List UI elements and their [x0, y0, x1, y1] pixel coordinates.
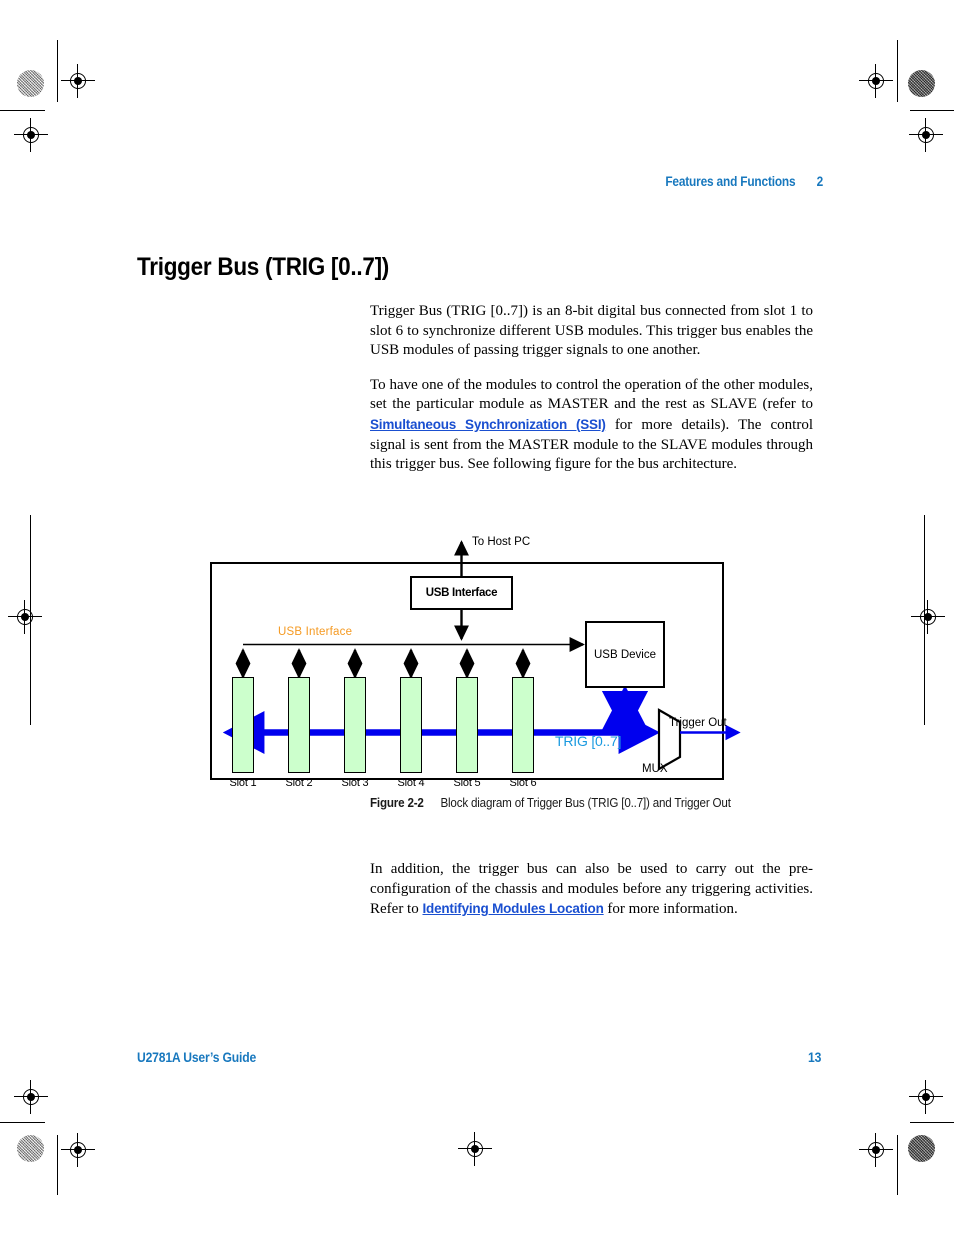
figure-slot-label-6: Slot 6 — [509, 777, 537, 789]
registration-target-bottom-right-inner — [859, 1133, 893, 1167]
figure-slot-bar-3 — [344, 677, 366, 773]
figure-block-diagram: To Host PC USB Interface USB Device USB … — [210, 536, 741, 789]
registration-target-bottom-center — [458, 1132, 492, 1166]
registration-target-bottom-left-inner — [61, 1133, 95, 1167]
figure-slot-bar-4 — [400, 677, 422, 773]
paragraph-3-text-tail: for more information. — [603, 901, 738, 918]
figure-label-trigger-out: Trigger Out — [669, 717, 727, 729]
running-footer-guide-title: U2781A User’s Guide — [137, 1050, 257, 1065]
crop-line-bottom-left-horizontal — [0, 1122, 45, 1123]
page-title: Trigger Bus (TRIG [0..7]) — [137, 252, 390, 281]
halftone-density-circle-top-left — [17, 70, 44, 97]
crop-line-left-middle — [30, 515, 31, 725]
running-header-chapter-number: 2 — [816, 174, 824, 189]
registration-target-bottom-right-outer — [909, 1080, 943, 1114]
paragraph-1-text: Trigger Bus (TRIG [0..7]) is an 8-bit di… — [370, 303, 813, 359]
registration-target-top-left-inner — [61, 64, 95, 98]
figure-caption: Figure 2-2 Block diagram of Trigger Bus (… — [370, 796, 731, 810]
figure-slot-label-4: Slot 4 — [397, 777, 425, 789]
intro-text-block: Trigger Bus (TRIG [0..7]) is an 8-bit di… — [370, 302, 813, 475]
registration-target-top-right-inner — [859, 64, 893, 98]
link-simultaneous-synchronization-ssi[interactable]: Simultaneous Synchronization (SSI) — [370, 417, 606, 432]
figure-slot-bar-6 — [512, 677, 534, 773]
registration-target-right-middle — [911, 600, 945, 634]
figure-caption-number: Figure 2-2 — [370, 796, 424, 810]
link-identifying-modules-location[interactable]: Identifying Modules Location — [422, 901, 603, 916]
paragraph-master-slave: To have one of the modules to control th… — [370, 376, 813, 475]
figure-caption-text: Block diagram of Trigger Bus (TRIG [0..7… — [440, 796, 731, 810]
crop-line-bottom-right-horizontal — [910, 1122, 954, 1123]
figure-label-usb-interface-bus: USB Interface — [278, 626, 353, 638]
running-header-chapter-title: Features and Functions — [665, 174, 796, 189]
running-footer: U2781A User’s Guide 13 — [137, 1050, 823, 1065]
paragraph-preconfiguration: In addition, the trigger bus can also be… — [370, 860, 813, 920]
paragraph-trigger-bus-overview: Trigger Bus (TRIG [0..7]) is an 8-bit di… — [370, 302, 813, 361]
closing-text-block: In addition, the trigger bus can also be… — [370, 860, 813, 920]
halftone-density-circle-bottom-left — [17, 1135, 44, 1162]
crop-line-top-right-vertical — [897, 40, 898, 102]
figure-slot-label-2: Slot 2 — [285, 777, 313, 789]
running-footer-page-number: 13 — [808, 1050, 822, 1065]
figure-slot-label-1: Slot 1 — [229, 777, 257, 789]
crop-line-bottom-left-vertical — [57, 1135, 58, 1195]
registration-target-top-left-outer — [14, 118, 48, 152]
crop-line-top-left-vertical — [57, 40, 58, 102]
crop-line-right-middle — [924, 515, 925, 725]
registration-target-top-right-outer — [909, 118, 943, 152]
figure-slot-label-5: Slot 5 — [453, 777, 481, 789]
figure-slot-bar-5 — [456, 677, 478, 773]
figure-slot-bar-2 — [288, 677, 310, 773]
figure-label-mux: MUX — [642, 763, 668, 775]
registration-target-left-middle — [8, 600, 42, 634]
crop-line-bottom-right-vertical — [897, 1135, 898, 1195]
crop-line-top-right-horizontal — [910, 110, 954, 111]
halftone-density-circle-bottom-right — [908, 1135, 935, 1162]
figure-box-usb-device: USB Device — [585, 621, 665, 688]
halftone-density-circle-top-right — [908, 70, 935, 97]
figure-label-trig-bus: TRIG [0..7] — [555, 733, 622, 749]
paragraph-2-text-lead: To have one of the modules to control th… — [370, 376, 813, 413]
running-header: Features and Functions 2 — [219, 174, 823, 189]
crop-line-top-left-horizontal — [0, 110, 45, 111]
figure-box-usb-interface: USB Interface — [410, 576, 513, 610]
figure-slot-label-3: Slot 3 — [341, 777, 369, 789]
registration-target-bottom-left-outer — [14, 1080, 48, 1114]
figure-slot-bar-1 — [232, 677, 254, 773]
